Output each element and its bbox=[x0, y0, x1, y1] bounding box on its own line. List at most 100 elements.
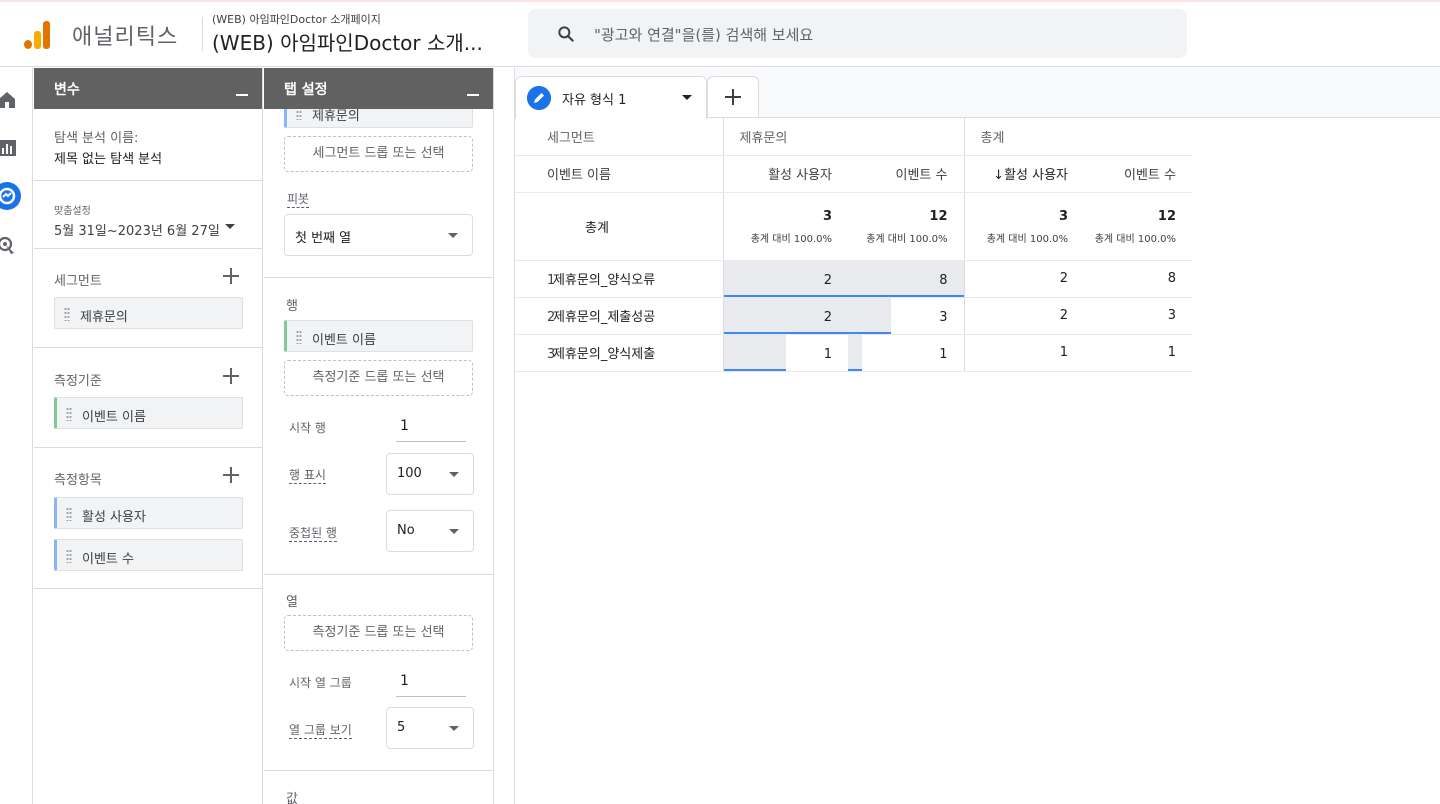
segment-header: 세그먼트 bbox=[515, 118, 723, 156]
collapse-tab-settings-icon[interactable] bbox=[467, 94, 479, 96]
drag-handle-icon[interactable] bbox=[66, 549, 72, 563]
segment-group-header: 제휴문의 bbox=[722, 118, 964, 156]
cell-active-users[interactable]: 1 bbox=[722, 334, 848, 372]
date-dropdown-icon[interactable] bbox=[225, 224, 235, 229]
cell-total-event-count[interactable]: 3 bbox=[1084, 297, 1192, 335]
cell-total-active-users[interactable]: 2 bbox=[963, 297, 1084, 335]
variables-panel: 변수 탐색 분석 이름: 제목 없는 탐색 분석 맞춤설정 5월 31일~202… bbox=[34, 68, 263, 804]
home-icon[interactable] bbox=[0, 90, 17, 110]
tab-settings-panel: 제휴문의 탭 설정 세그먼트 드롭 또는 선택 피봇 첫 번째 열 행 이벤트 … bbox=[264, 68, 494, 804]
cell-total-active-users[interactable]: 2 bbox=[963, 260, 1084, 298]
cell-event-count[interactable]: 1 bbox=[848, 334, 964, 372]
nested-rows-select[interactable]: No bbox=[386, 510, 474, 552]
top-accent-line bbox=[0, 0, 1440, 2]
metric-chip-active-users[interactable]: 활성 사용자 bbox=[54, 497, 243, 529]
date-range-value: 5월 31일~2023년 6월 27일 bbox=[54, 224, 220, 239]
start-row-label: 시작 행 bbox=[289, 421, 326, 435]
search-icon bbox=[558, 26, 574, 42]
col-header-active-users-sorted[interactable]: ↓활성 사용자 bbox=[963, 155, 1084, 193]
date-custom-label: 맞춤설정 bbox=[54, 206, 91, 217]
tab-options-chevron-icon[interactable] bbox=[682, 95, 692, 100]
advertising-icon[interactable] bbox=[0, 236, 17, 256]
tab-free-form[interactable]: 자유 형식 1 bbox=[515, 76, 707, 119]
add-tab-button[interactable] bbox=[707, 76, 759, 118]
table-row[interactable]: 3제휴문의_양식제출 1 1 1 1 bbox=[515, 334, 1192, 372]
value-underline bbox=[848, 294, 964, 297]
chevron-down-icon bbox=[448, 233, 458, 238]
analytics-logo-icon[interactable] bbox=[24, 19, 52, 49]
value-underline bbox=[723, 331, 848, 334]
add-dimension-icon[interactable] bbox=[223, 368, 239, 384]
show-rows-select[interactable]: 100 bbox=[386, 453, 474, 495]
divider bbox=[264, 770, 493, 771]
collapse-variables-icon[interactable] bbox=[236, 94, 248, 96]
pivot-select[interactable]: 첫 번째 열 bbox=[284, 214, 473, 256]
header-divider bbox=[202, 17, 203, 51]
free-form-table: 세그먼트 제휴문의 총계 이벤트 이름 활성 사용자 이벤트 수 ↓활성 사용자… bbox=[515, 118, 1192, 372]
variables-title: 변수 bbox=[54, 82, 80, 98]
metrics-label: 측정항목 bbox=[54, 473, 102, 488]
totals-label: 총계 bbox=[515, 192, 723, 261]
property-account-label[interactable]: (WEB) 아임파인Doctor 소개페이지 bbox=[212, 11, 381, 27]
col-header-event-count-total[interactable]: 이벤트 수 bbox=[1084, 155, 1192, 193]
drag-handle-icon[interactable] bbox=[296, 330, 302, 344]
show-column-groups-label: 열 그룹 보기 bbox=[289, 723, 352, 739]
cell-total-active-users[interactable]: 1 bbox=[963, 334, 1084, 372]
start-row-input[interactable]: 1 bbox=[396, 414, 466, 442]
segment-drop-zone[interactable]: 세그먼트 드롭 또는 선택 bbox=[284, 136, 473, 172]
totals-row: 총계 3 총계 대비 100.0% 12 총계 대비 100.0% 3 총계 대비 1… bbox=[515, 192, 1192, 261]
divider bbox=[264, 574, 493, 575]
add-tab-icon bbox=[725, 89, 741, 105]
row-label: 1제휴문의_양식오류 bbox=[515, 260, 723, 298]
col-header-active-users[interactable]: 활성 사용자 bbox=[722, 155, 848, 193]
start-column-group-input[interactable]: 1 bbox=[396, 669, 466, 697]
cell-active-users[interactable]: 2 bbox=[722, 260, 848, 298]
table-row[interactable]: 2제휴문의_제출성공 2 3 2 3 bbox=[515, 297, 1192, 335]
date-range-selector[interactable]: 5월 31일~2023년 6월 27일 bbox=[54, 220, 220, 239]
segments-label: 세그먼트 bbox=[54, 274, 102, 289]
cell-event-count[interactable]: 3 bbox=[848, 297, 964, 335]
value-underline bbox=[723, 368, 786, 371]
cell-total-event-count[interactable]: 1 bbox=[1084, 334, 1192, 372]
cell-event-count[interactable]: 8 bbox=[848, 260, 964, 298]
columns-drop-zone[interactable]: 측정기준 드롭 또는 선택 bbox=[284, 615, 473, 651]
nested-rows-label: 중첩된 행 bbox=[289, 526, 337, 542]
cell-total-event-count[interactable]: 8 bbox=[1084, 260, 1192, 298]
rows-dimension-chip[interactable]: 이벤트 이름 bbox=[284, 320, 473, 352]
value-underline bbox=[848, 368, 863, 371]
dimensions-label: 측정기준 bbox=[54, 374, 102, 389]
variables-header: 변수 bbox=[34, 68, 262, 109]
drag-handle-icon[interactable] bbox=[64, 307, 70, 321]
property-selector[interactable]: (WEB) 아임파인Doctor 소개... bbox=[212, 27, 512, 56]
table-row[interactable]: 1제휴문의_양식오류 2 8 2 8 bbox=[515, 260, 1192, 298]
tab-settings-title: 탭 설정 bbox=[284, 82, 328, 98]
report-tab-bar: 자유 형식 1 bbox=[515, 68, 1440, 119]
add-metric-icon[interactable] bbox=[223, 467, 239, 483]
divider bbox=[34, 347, 262, 348]
metric-chip-event-count[interactable]: 이벤트 수 bbox=[54, 539, 243, 571]
drag-handle-icon[interactable] bbox=[66, 407, 72, 421]
chevron-down-icon bbox=[449, 726, 459, 731]
values-label: 값 bbox=[286, 792, 298, 804]
row-label: 3제휴문의_양식제출 bbox=[515, 334, 723, 372]
show-column-groups-select[interactable]: 5 bbox=[386, 707, 474, 749]
drag-handle-icon[interactable] bbox=[66, 507, 72, 521]
reports-icon[interactable] bbox=[0, 138, 17, 158]
divider bbox=[34, 180, 262, 181]
segment-chip[interactable]: 제휴문의 bbox=[54, 297, 243, 329]
dimension-chip[interactable]: 이벤트 이름 bbox=[54, 397, 243, 429]
left-nav-rail bbox=[0, 68, 33, 804]
divider bbox=[34, 447, 262, 448]
dimension-header[interactable]: 이벤트 이름 bbox=[515, 155, 723, 193]
cell-active-users[interactable]: 2 bbox=[722, 297, 848, 335]
search-bar[interactable]: "광고와 연결"을(를) 검색해 보세요 bbox=[528, 9, 1187, 58]
total-cell: 3 총계 대비 100.0% bbox=[722, 192, 848, 261]
rows-drop-zone[interactable]: 측정기준 드롭 또는 선택 bbox=[284, 360, 473, 396]
add-segment-icon[interactable] bbox=[223, 268, 239, 284]
explore-icon[interactable] bbox=[0, 181, 22, 211]
divider bbox=[264, 277, 493, 278]
col-header-event-count[interactable]: 이벤트 수 bbox=[848, 155, 964, 193]
columns-label: 열 bbox=[286, 595, 298, 610]
total-cell: 12 총계 대비 100.0% bbox=[1084, 192, 1192, 261]
exploration-name[interactable]: 제목 없는 탐색 분석 bbox=[54, 148, 162, 167]
